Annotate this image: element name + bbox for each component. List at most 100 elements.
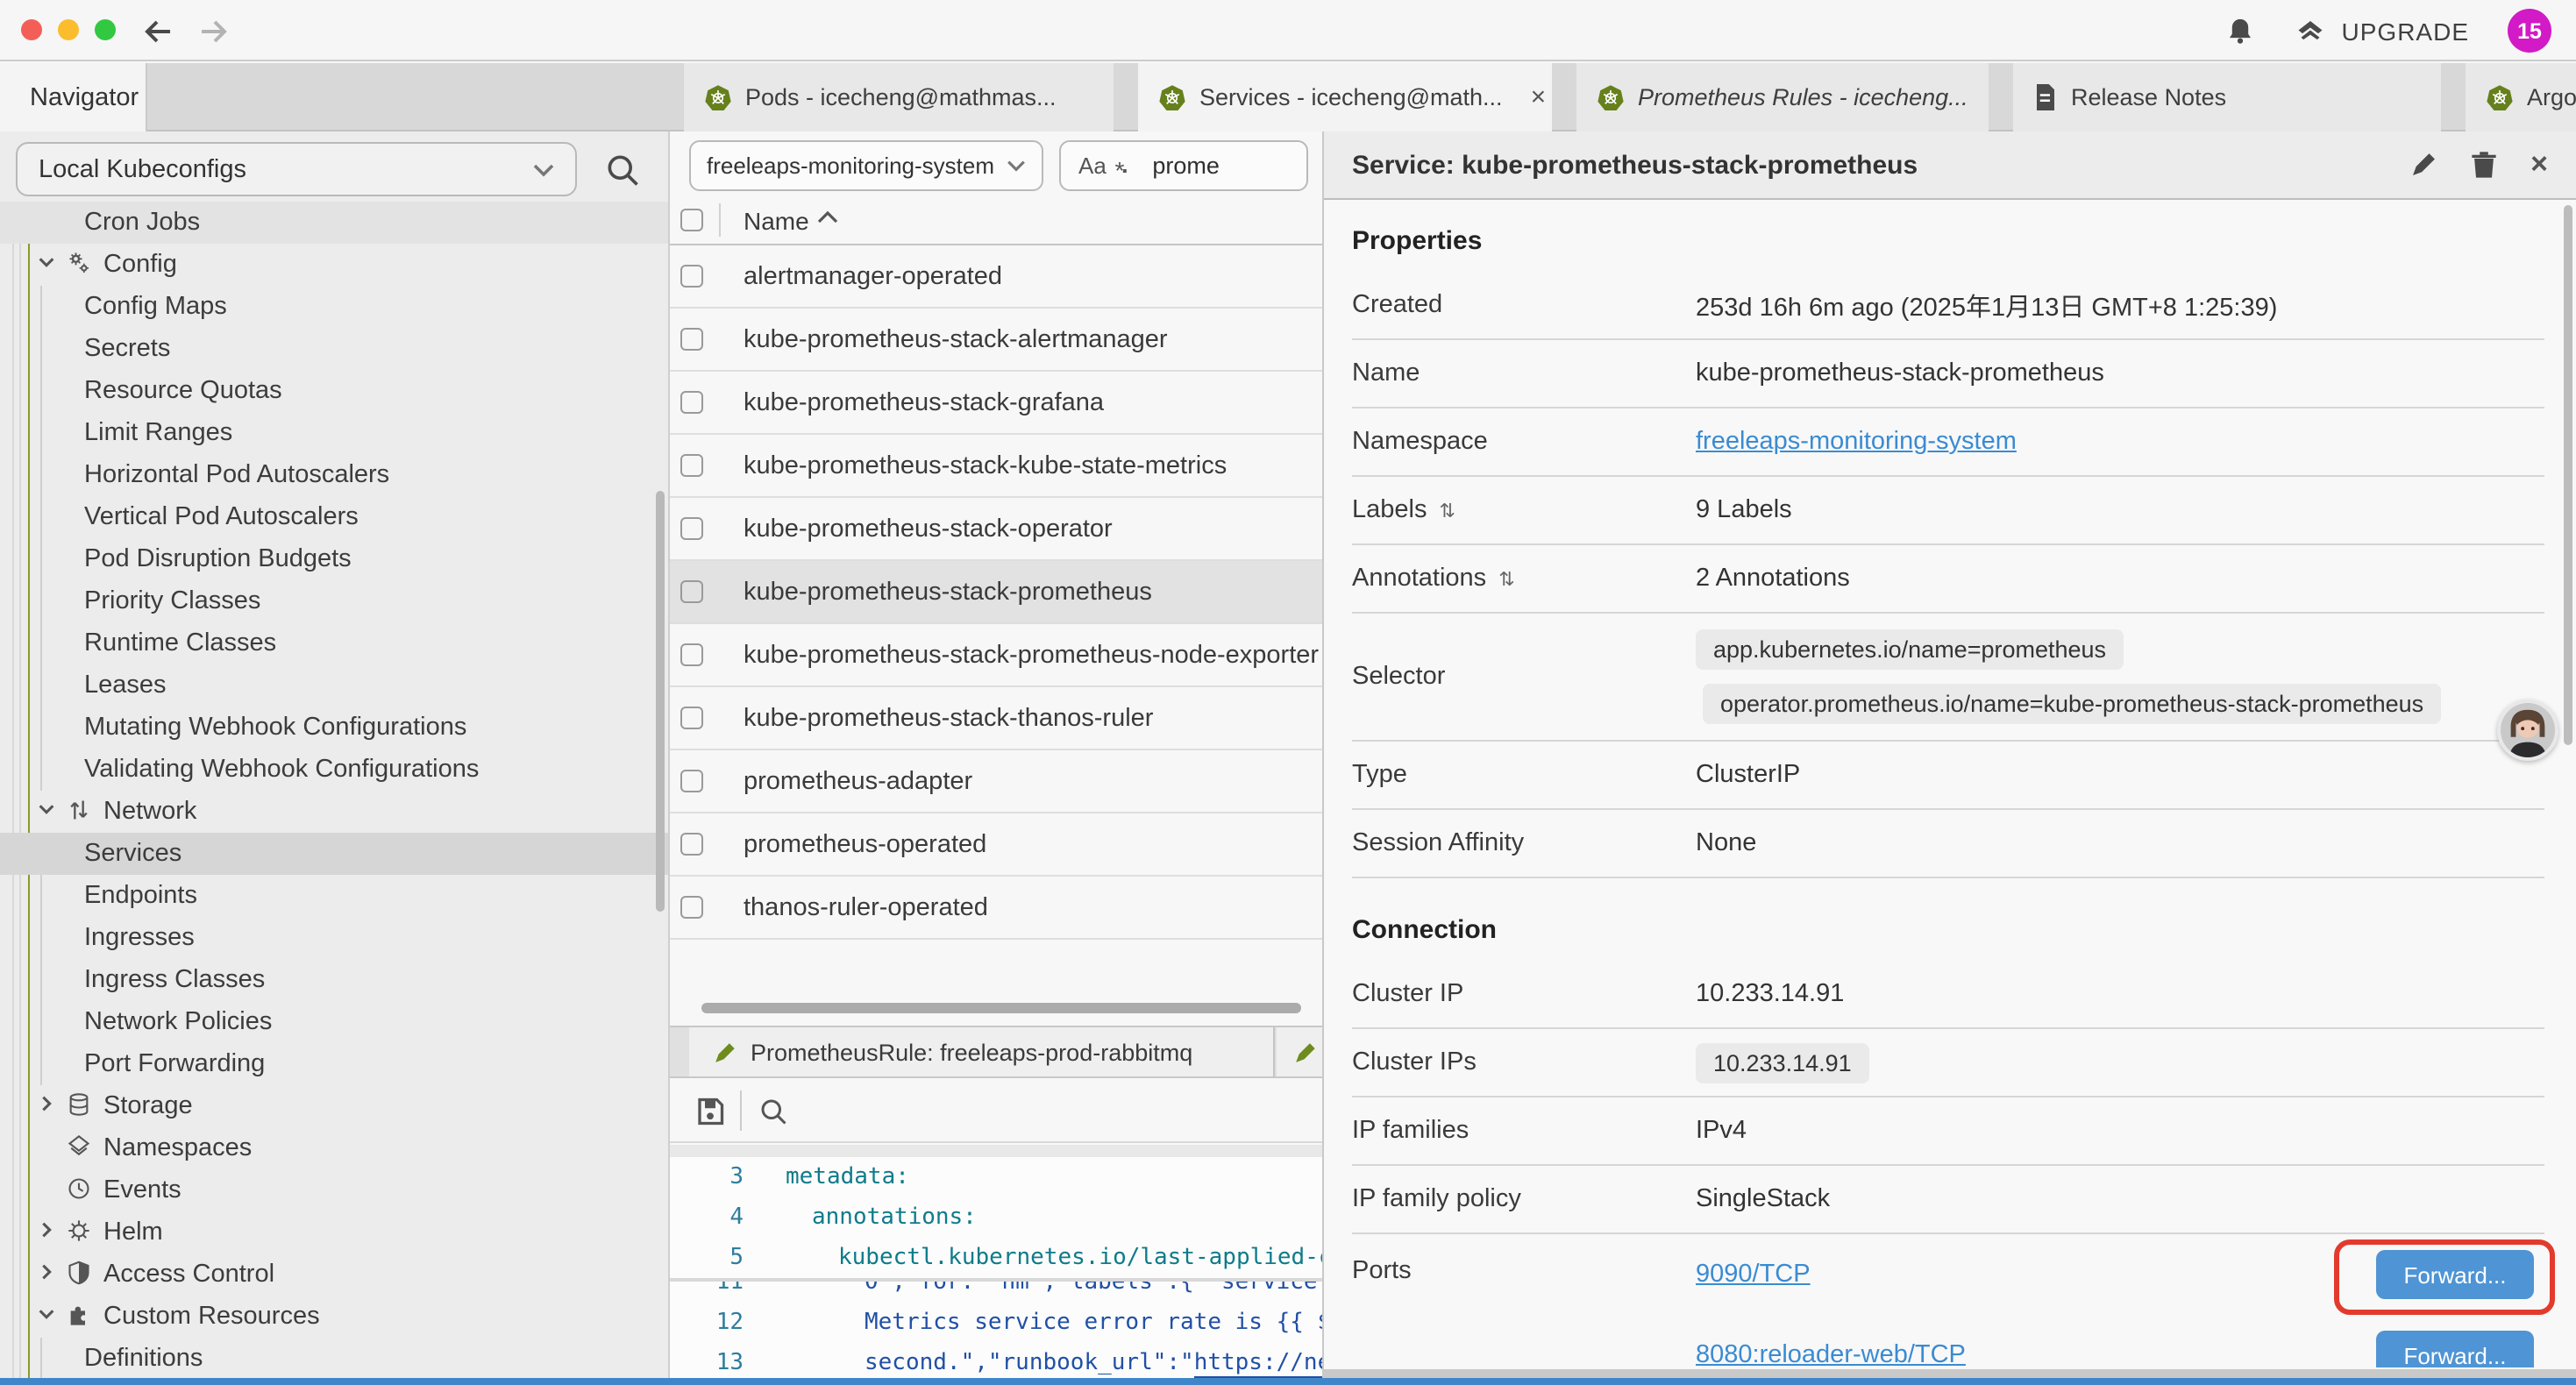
- chevron-right-icon[interactable]: [37, 1094, 58, 1119]
- sidebar-scrollbar[interactable]: [656, 491, 665, 912]
- table-row[interactable]: kube-prometheus-stack-kube-state-metrics: [670, 435, 1322, 498]
- sidebar-item-events[interactable]: Events: [0, 1169, 668, 1211]
- window-zoom-button[interactable]: [95, 19, 116, 40]
- close-icon[interactable]: ×: [2530, 151, 2548, 179]
- table-row[interactable]: kube-prometheus-stack-grafana: [670, 372, 1322, 435]
- sidebar-item-definitions[interactable]: Definitions: [0, 1338, 668, 1380]
- forward-button[interactable]: Forward...: [2376, 1250, 2534, 1299]
- sidebar-item-pod-disruption-budgets[interactable]: Pod Disruption Budgets: [0, 538, 668, 580]
- row-checkbox[interactable]: [680, 391, 703, 414]
- sidebar-item-helm[interactable]: Helm: [0, 1211, 668, 1254]
- select-all-checkbox[interactable]: [680, 209, 703, 231]
- table-row[interactable]: alertmanager-operated: [670, 245, 1322, 309]
- tab-navigator[interactable]: Navigator: [0, 63, 147, 131]
- sidebar-item-storage[interactable]: Storage: [0, 1085, 668, 1127]
- row-checkbox[interactable]: [680, 643, 703, 666]
- editor-tab-next[interactable]: [1277, 1027, 1322, 1076]
- delete-icon[interactable]: [2471, 150, 2497, 180]
- horizontal-scrollbar[interactable]: [701, 1003, 1301, 1013]
- list-search-input[interactable]: Aa ▪* prome: [1059, 140, 1308, 191]
- window-minimize-button[interactable]: [58, 19, 79, 40]
- window-tab-services-icecheng-math[interactable]: Services - icecheng@math...×: [1138, 63, 1552, 131]
- match-case-toggle[interactable]: Aa: [1078, 153, 1107, 179]
- sidebar-item-config[interactable]: Config: [0, 244, 668, 286]
- row-checkbox[interactable]: [680, 770, 703, 792]
- window-tab-prometheus-rules-icecheng[interactable]: Prometheus Rules - icecheng...: [1576, 63, 1989, 131]
- regex-toggle[interactable]: ▪*: [1122, 152, 1137, 180]
- sidebar-item-cron-jobs[interactable]: Cron Jobs: [0, 202, 668, 244]
- table-row[interactable]: prometheus-adapter: [670, 750, 1322, 813]
- sidebar-item-ingress-classes[interactable]: Ingress Classes: [0, 959, 668, 1001]
- table-row[interactable]: kube-prometheus-stack-prometheus-node-ex…: [670, 624, 1322, 687]
- row-checkbox[interactable]: [680, 833, 703, 856]
- back-arrow-icon[interactable]: [140, 14, 175, 49]
- row-checkbox[interactable]: [680, 328, 703, 351]
- namespace-filter[interactable]: freeleaps-monitoring-system: [689, 140, 1043, 191]
- sidebar-item-port-forwarding[interactable]: Port Forwarding: [0, 1043, 668, 1085]
- name-column-header[interactable]: Name: [744, 196, 809, 245]
- sort-ascending-icon[interactable]: [817, 210, 838, 224]
- kubeconfig-selector[interactable]: Local Kubeconfigs: [16, 142, 577, 196]
- table-row[interactable]: kube-prometheus-stack-prometheus: [670, 561, 1322, 624]
- port-link[interactable]: 8080:reloader-web/TCP: [1696, 1341, 1966, 1367]
- sidebar-item-network[interactable]: Network: [0, 791, 668, 833]
- chevron-right-icon[interactable]: [37, 1220, 58, 1245]
- chevron-down-icon[interactable]: [37, 252, 58, 277]
- row-checkbox[interactable]: [680, 896, 703, 919]
- sort-toggle-icon[interactable]: ⇅: [1498, 567, 1514, 590]
- row-checkbox[interactable]: [680, 454, 703, 477]
- save-icon[interactable]: [694, 1096, 726, 1127]
- sidebar-item-endpoints[interactable]: Endpoints: [0, 875, 668, 917]
- upgrade-button[interactable]: UPGRADE: [2295, 15, 2469, 46]
- sidebar-item-namespaces[interactable]: Namespaces: [0, 1127, 668, 1169]
- sidebar-item-mutating-webhook-configurations[interactable]: Mutating Webhook Configurations: [0, 707, 668, 749]
- table-row[interactable]: kube-prometheus-stack-operator: [670, 498, 1322, 561]
- table-row[interactable]: thanos-ruler-operated: [670, 877, 1322, 940]
- forward-button[interactable]: Forward...: [2376, 1331, 2534, 1367]
- window-tab-pods-icecheng-mathmas[interactable]: Pods - icecheng@mathmas...: [684, 63, 1114, 131]
- port-link[interactable]: 9090/TCP: [1696, 1261, 1811, 1289]
- yaml-editor[interactable]: 3metadata:4annotations:5kubectl.kubernet…: [670, 1157, 1322, 1385]
- sidebar-item-resource-quotas[interactable]: Resource Quotas: [0, 370, 668, 412]
- sidebar-item-leases[interactable]: Leases: [0, 664, 668, 707]
- sidebar-item-limit-ranges[interactable]: Limit Ranges: [0, 412, 668, 454]
- row-checkbox[interactable]: [680, 580, 703, 603]
- sidebar-item-network-policies[interactable]: Network Policies: [0, 1001, 668, 1043]
- window-close-button[interactable]: [21, 19, 42, 40]
- table-header[interactable]: Name: [670, 196, 1322, 245]
- sidebar-item-vertical-pod-autoscalers[interactable]: Vertical Pod Autoscalers: [0, 496, 668, 538]
- sidebar-item-runtime-classes[interactable]: Runtime Classes: [0, 622, 668, 664]
- sidebar-item-priority-classes[interactable]: Priority Classes: [0, 580, 668, 622]
- chevron-right-icon[interactable]: [37, 1262, 58, 1287]
- table-row[interactable]: kube-prometheus-stack-alertmanager: [670, 309, 1322, 372]
- editor-search-icon[interactable]: [758, 1096, 789, 1127]
- sidebar-item-custom-resources[interactable]: Custom Resources: [0, 1296, 668, 1338]
- sidebar-item-access-control[interactable]: Access Control: [0, 1254, 668, 1296]
- row-checkbox[interactable]: [680, 265, 703, 288]
- chevron-down-icon[interactable]: [37, 1304, 58, 1329]
- namespace-link[interactable]: freeleaps-monitoring-system: [1696, 428, 2544, 456]
- sidebar-item-validating-webhook-configurations[interactable]: Validating Webhook Configurations: [0, 749, 668, 791]
- chevron-down-icon[interactable]: [37, 799, 58, 824]
- editor-tab-prometheusrule[interactable]: PrometheusRule: freeleaps-prod-rabbitmq: [689, 1027, 1275, 1076]
- bell-icon[interactable]: [2226, 15, 2256, 46]
- sidebar-search-icon[interactable]: [603, 151, 642, 189]
- detail-bottom-scrollbar[interactable]: [1322, 1369, 2576, 1378]
- sort-toggle-icon[interactable]: ⇅: [1439, 499, 1455, 522]
- edit-icon[interactable]: [2409, 151, 2437, 179]
- sidebar-item-config-maps[interactable]: Config Maps: [0, 286, 668, 328]
- table-row[interactable]: kube-prometheus-stack-thanos-ruler: [670, 687, 1322, 750]
- window-tab-release-notes[interactable]: Release Notes: [2013, 63, 2441, 131]
- sidebar-item-services[interactable]: Services: [0, 833, 668, 875]
- close-tab-icon[interactable]: ×: [1517, 82, 1547, 112]
- window-tab-argo-se[interactable]: Argo Se: [2466, 63, 2576, 131]
- sidebar-item-secrets[interactable]: Secrets: [0, 328, 668, 370]
- notification-count-badge[interactable]: 15: [2508, 9, 2551, 53]
- user-avatar[interactable]: [2497, 700, 2558, 761]
- detail-scrollbar[interactable]: [2564, 205, 2572, 745]
- sidebar-item-horizontal-pod-autoscalers[interactable]: Horizontal Pod Autoscalers: [0, 454, 668, 496]
- row-checkbox[interactable]: [680, 517, 703, 540]
- sidebar-item-ingresses[interactable]: Ingresses: [0, 917, 668, 959]
- row-checkbox[interactable]: [680, 707, 703, 729]
- forward-arrow-icon[interactable]: [196, 14, 231, 49]
